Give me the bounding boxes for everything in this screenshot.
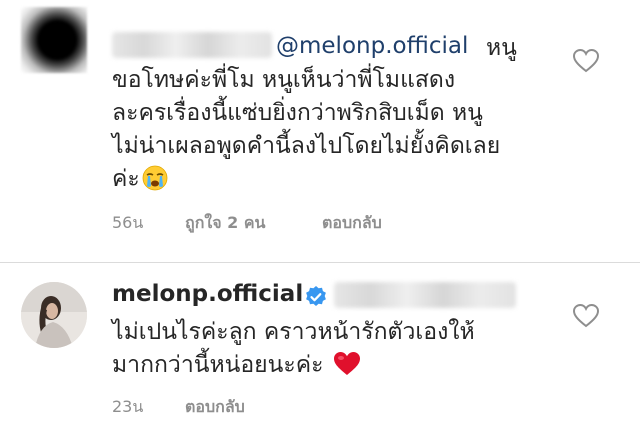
likes-count-link[interactable]: ถูกใจ 2 คน	[185, 211, 265, 236]
reply-button[interactable]: ตอบกลับ	[185, 395, 245, 420]
comment-text-line: หนู	[486, 35, 517, 61]
reply-text-line-last: มากกว่านี้หน่อยนะค่ะ	[112, 348, 361, 382]
mentioned-user-blurred[interactable]	[334, 282, 516, 308]
comment-timestamp: 56น	[112, 213, 144, 232]
commenter-username-blurred[interactable]	[112, 32, 272, 58]
reply-timestamp: 23น	[112, 397, 144, 416]
comment-text-line-last: ค่ะ	[112, 162, 168, 196]
like-heart-icon[interactable]	[573, 49, 599, 73]
comment-divider	[0, 262, 640, 263]
red-heart-emoji-icon	[333, 352, 360, 375]
like-heart-icon[interactable]	[573, 304, 599, 328]
comment-text-line: ละครเรื่องนี้แซ่บยิ่งกว่าพริกสิบเม็ด หนู	[112, 100, 483, 126]
reply-text-line: ไม่เปนไรค่ะลูก คราวหน้ารักตัวเองให้	[112, 319, 475, 345]
avatar[interactable]	[21, 282, 87, 348]
comment-text-line: ขอโทษค่ะพี่โม หนูเห็นว่าพี่โมแสดง	[112, 67, 456, 93]
reply-text-end: มากกว่านี้หน่อยนะค่ะ	[112, 352, 324, 378]
avatar[interactable]	[21, 7, 87, 73]
profile-photo	[21, 282, 87, 348]
reply-button[interactable]: ตอบกลับ	[322, 211, 382, 236]
comment-author-username[interactable]: melonp.official	[112, 281, 303, 307]
mention-link[interactable]: @melonp.official	[276, 33, 468, 59]
verified-badge-icon	[306, 286, 326, 306]
comment-text-end: ค่ะ	[112, 166, 140, 192]
crying-face-emoji-icon	[142, 165, 168, 191]
comment-text-line: ไม่น่าเผลอพูดคำนี้ลงไปโดยไม่ยั้งคิดเลย	[112, 133, 501, 159]
